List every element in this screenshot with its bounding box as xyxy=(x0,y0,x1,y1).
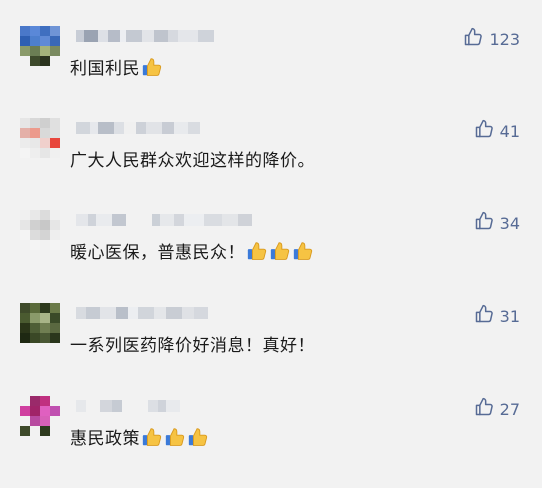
commenter-name-blurred xyxy=(76,307,208,321)
like-button[interactable]: 34 xyxy=(474,211,520,235)
avatar[interactable] xyxy=(20,303,60,343)
commenter-name-blurred xyxy=(76,30,214,44)
avatar[interactable] xyxy=(20,210,60,250)
thumbs-up-icon[interactable] xyxy=(474,397,494,421)
comment-text-content: 惠民政策 xyxy=(70,429,140,449)
like-button[interactable]: 123 xyxy=(463,27,520,51)
like-count: 31 xyxy=(499,306,520,326)
like-count: 27 xyxy=(499,399,520,419)
avatar[interactable] xyxy=(20,396,60,436)
comment-item: 暖心医保，普惠民众！ 34 xyxy=(0,210,542,302)
comment-item: 广大人民群众欢迎这样的降价。 41 xyxy=(0,118,542,210)
thumbs-up-emoji-icon xyxy=(292,240,314,262)
comment-text-content: 利国利民 xyxy=(70,59,140,79)
like-count: 123 xyxy=(489,29,520,49)
comment-text: 一系列医药降价好消息！真好！ xyxy=(70,331,315,356)
commenter-name-blurred xyxy=(76,214,252,228)
like-count: 34 xyxy=(499,213,520,233)
thumbs-up-icon[interactable] xyxy=(474,304,494,328)
avatar[interactable] xyxy=(20,26,60,66)
thumbs-up-icon[interactable] xyxy=(463,27,483,51)
comment-text-content: 广大人民群众欢迎这样的降价。 xyxy=(70,151,315,171)
thumbs-up-emoji-icon xyxy=(164,426,186,448)
commenter-name-blurred xyxy=(76,122,200,136)
comment-item: 惠民政策 27 xyxy=(0,396,542,488)
thumbs-up-emoji-icon xyxy=(141,56,163,78)
comment-text: 暖心医保，普惠民众！ xyxy=(70,238,314,263)
thumbs-up-icon[interactable] xyxy=(474,119,494,143)
avatar[interactable] xyxy=(20,118,60,158)
like-button[interactable]: 31 xyxy=(474,304,520,328)
thumbs-up-emoji-icon xyxy=(187,426,209,448)
thumbs-up-emoji-icon xyxy=(269,240,291,262)
like-count: 41 xyxy=(499,121,520,141)
comment-text: 广大人民群众欢迎这样的降价。 xyxy=(70,146,315,171)
commenter-name-blurred xyxy=(76,400,180,414)
comment-text: 惠民政策 xyxy=(70,424,209,449)
comment-item: 利国利民 123 xyxy=(0,26,542,118)
thumbs-up-emoji-icon xyxy=(246,240,268,262)
comment-text-content: 一系列医药降价好消息！真好！ xyxy=(70,336,315,356)
like-button[interactable]: 41 xyxy=(474,119,520,143)
comment-text: 利国利民 xyxy=(70,54,163,79)
comment-text-content: 暖心医保，普惠民众！ xyxy=(70,243,245,263)
thumbs-up-icon[interactable] xyxy=(474,211,494,235)
comment-item: 一系列医药降价好消息！真好！ 31 xyxy=(0,303,542,395)
thumbs-up-emoji-icon xyxy=(141,426,163,448)
like-button[interactable]: 27 xyxy=(474,397,520,421)
